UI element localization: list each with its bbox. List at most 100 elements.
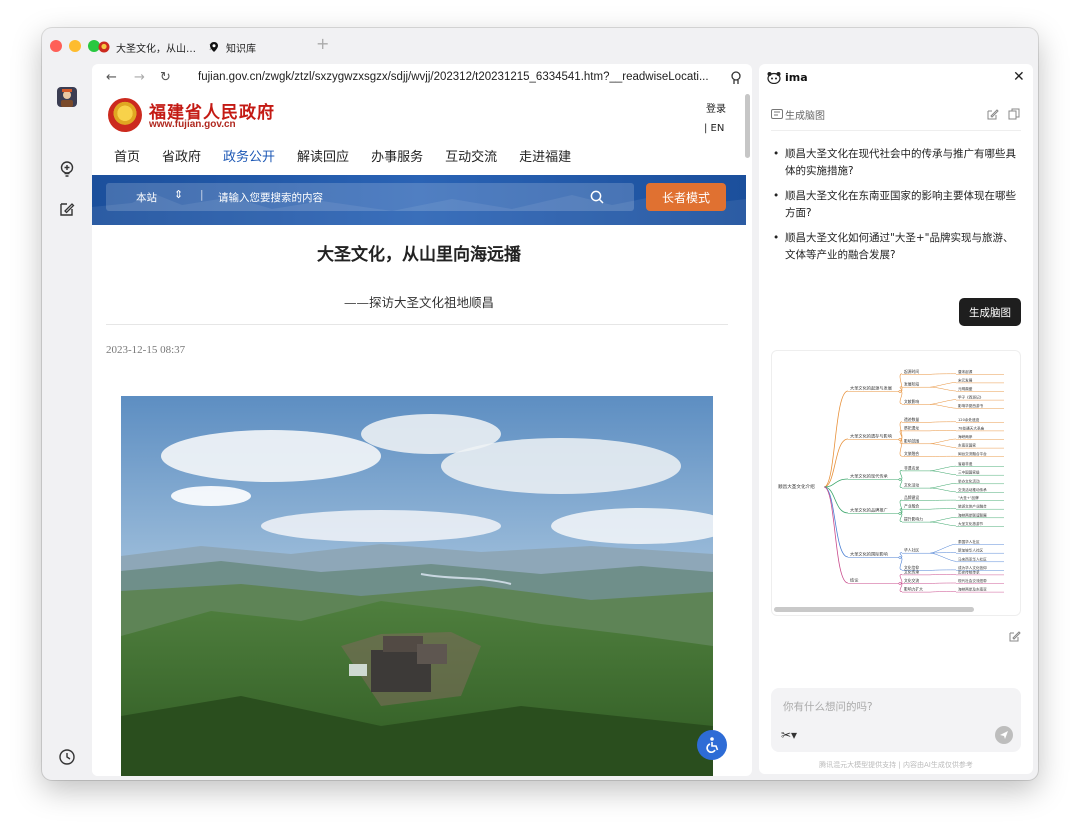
mindmap-edge [929, 591, 957, 593]
mindmap-edge [929, 574, 957, 576]
ai-disclaimer: 腾讯混元大模型提供支持 | 内容由AI生成仅供参考 [819, 761, 973, 769]
accessibility-button[interactable] [697, 730, 727, 760]
copy-icon[interactable] [1008, 108, 1020, 120]
tab-title: 大圣文化，从山… [116, 43, 196, 55]
pen-square-icon [60, 203, 75, 216]
mindmap-icon [771, 109, 783, 119]
send-icon [1000, 731, 1008, 739]
mindmap-branch: 大圣文化的品牌推广 [850, 507, 888, 514]
wheelchair-icon [706, 737, 719, 753]
mindmap-root: 顺昌大圣文化介绍 [778, 483, 815, 490]
search-separator: | [200, 189, 204, 201]
search-band: 本站 ⇕ | 请输入您要搜索的内容 长者模式 [92, 175, 746, 225]
mindmap-child: 产业融合 [904, 504, 919, 509]
scope-toggle-icon[interactable]: ⇕ [174, 188, 183, 201]
nav-item-home[interactable]: 首页 [114, 146, 140, 165]
question-item[interactable]: 顺昌大圣文化在现代社会中的传承与推广有哪些具体的实施措施? [773, 146, 1021, 180]
close-window-button[interactable] [50, 40, 62, 52]
suggested-questions: 顺昌大圣文化在现代社会中的传承与推广有哪些具体的实施措施? 顺昌大圣文化在东南亚… [773, 146, 1021, 272]
bulb-add-icon[interactable] [56, 158, 78, 180]
nav-item-interaction[interactable]: 互动交流 [445, 146, 497, 165]
search-icon[interactable] [590, 190, 604, 204]
url-field[interactable]: fujian.gov.cn/zwgk/ztzl/sxzygwzxsgzx/sdj… [198, 71, 709, 83]
question-item[interactable]: 顺昌大圣文化如何通过"大圣+"品牌实现与旅游、文体等产业的融合发展? [773, 230, 1021, 264]
search-input[interactable]: 请输入您要搜索的内容 [218, 190, 323, 205]
question-item[interactable]: 顺昌大圣文化在东南亚国家的影响主要体现在哪些方面? [773, 188, 1021, 222]
mindmap-edge [929, 382, 957, 388]
mindmap-edge [929, 483, 957, 489]
search-scope[interactable]: 本站 [136, 190, 157, 205]
site-domain: www.fujian.gov.cn [149, 119, 236, 130]
mindmap-child: 华人社区 [904, 548, 919, 553]
mindmap-edge [899, 470, 903, 480]
mindmap-leaf: 海峡两岸 [958, 434, 973, 439]
mindmap-child: 品牌建设 [904, 495, 919, 500]
login-link[interactable]: 登录 [706, 100, 726, 115]
edit-note-icon[interactable] [987, 108, 999, 120]
mindmap-leaf: 现代社会交流纽带 [958, 578, 987, 583]
national-emblem-icon [108, 98, 142, 132]
mindmap-leaf: 78处通天大圣庙 [958, 425, 985, 430]
mindmap-edge [929, 517, 957, 523]
mindmap-child: 文化传承 [904, 569, 919, 574]
mindmap-child: 提升影响力 [904, 517, 923, 522]
page-scrollbar[interactable] [745, 94, 750, 158]
nav-item-gov-affairs[interactable]: 政务公开 [223, 146, 275, 165]
expand-mindmap-icon[interactable] [1009, 630, 1021, 642]
forward-icon[interactable]: → [134, 70, 145, 85]
location-pin-icon [210, 42, 218, 52]
mindmap-node-dot [898, 582, 902, 585]
chat-input[interactable]: 你有什么想问的吗? ✂▾ [771, 688, 1021, 752]
scissors-icon[interactable]: ✂▾ [781, 728, 797, 742]
nav-item-province-gov[interactable]: 省政府 [162, 146, 201, 165]
back-icon[interactable]: ← [106, 70, 117, 85]
tab-knowledge-base[interactable]: 知识库 [208, 36, 256, 58]
mindmap-edge [929, 399, 957, 405]
mindmap-leaf: 举办文化活动 [958, 478, 980, 483]
mindmap-edge [929, 569, 957, 571]
mindmap-node-dot [898, 438, 902, 441]
mindmap-edge [929, 499, 957, 501]
mindmap-leaf: 120余处遗迹 [958, 417, 980, 422]
english-link[interactable]: | EN [704, 123, 724, 134]
mindmap-branch: 大圣文化的现代传承 [850, 473, 889, 480]
browser-window: 大圣文化，从山… ✕ 知识库 + [42, 28, 1038, 780]
reload-icon[interactable]: ↻ [160, 70, 171, 85]
profile-avatar[interactable] [56, 86, 78, 108]
send-button[interactable] [995, 726, 1013, 744]
mindmap-scrollbar[interactable] [774, 607, 974, 612]
mindmap-leaf: 新加坡华人社区 [958, 548, 984, 553]
mindmap-branch: 大圣文化的遗存与影响 [850, 433, 892, 440]
mindmap-leaf: 马来西亚华人社区 [958, 556, 987, 561]
mindmap-edge [929, 552, 957, 562]
generate-mindmap-button[interactable]: 生成脑图 [959, 298, 1021, 326]
gov-emblem-icon [98, 41, 110, 53]
mindmap-node-dot [898, 556, 902, 559]
nav-item-interpretation[interactable]: 解读回应 [297, 146, 349, 165]
new-tab-icon[interactable]: + [316, 34, 329, 53]
mindmap-edge [929, 521, 957, 527]
nav-item-fujian[interactable]: 走进福建 [519, 146, 571, 165]
reader-icon[interactable] [730, 71, 742, 85]
mindmap-leaf: 泰国华人社区 [958, 539, 980, 544]
tab-article[interactable]: 大圣文化，从山… ✕ [98, 36, 217, 58]
mindmap-edge [929, 552, 957, 554]
mindmap-card[interactable]: 顺昌大圣文化介绍 大圣文化的起源与发展 起源时间 唐宋起源 发展阶段 宋元发展 元明鼎盛 文献… [771, 350, 1021, 616]
address-bar: ← → ↻ fujian.gov.cn/zwgk/ztzl/sxzygwzxsg… [92, 64, 752, 92]
history-icon[interactable] [56, 746, 78, 768]
close-icon[interactable]: ✕ [1013, 69, 1025, 85]
section-label: 生成脑图 [785, 111, 825, 122]
mindmap-edge [929, 582, 957, 584]
elder-mode-button[interactable]: 长者模式 [646, 183, 726, 211]
minimize-window-button[interactable] [69, 40, 81, 52]
nav-item-services[interactable]: 办事服务 [371, 146, 423, 165]
mindmap-branch: 大圣文化的起源与发展 [850, 385, 893, 392]
mindmap-leaf: 元明鼎盛 [958, 386, 973, 391]
lightbulb-plus-icon [60, 161, 74, 177]
mindmap-edge [899, 391, 903, 405]
mindmap-edge [899, 574, 903, 584]
mindmap-leaf: 宋元发展 [958, 377, 973, 382]
tab-title: 知识库 [226, 43, 256, 55]
mindmap-branch: 结论 [850, 577, 859, 584]
edit-icon[interactable] [56, 198, 78, 220]
